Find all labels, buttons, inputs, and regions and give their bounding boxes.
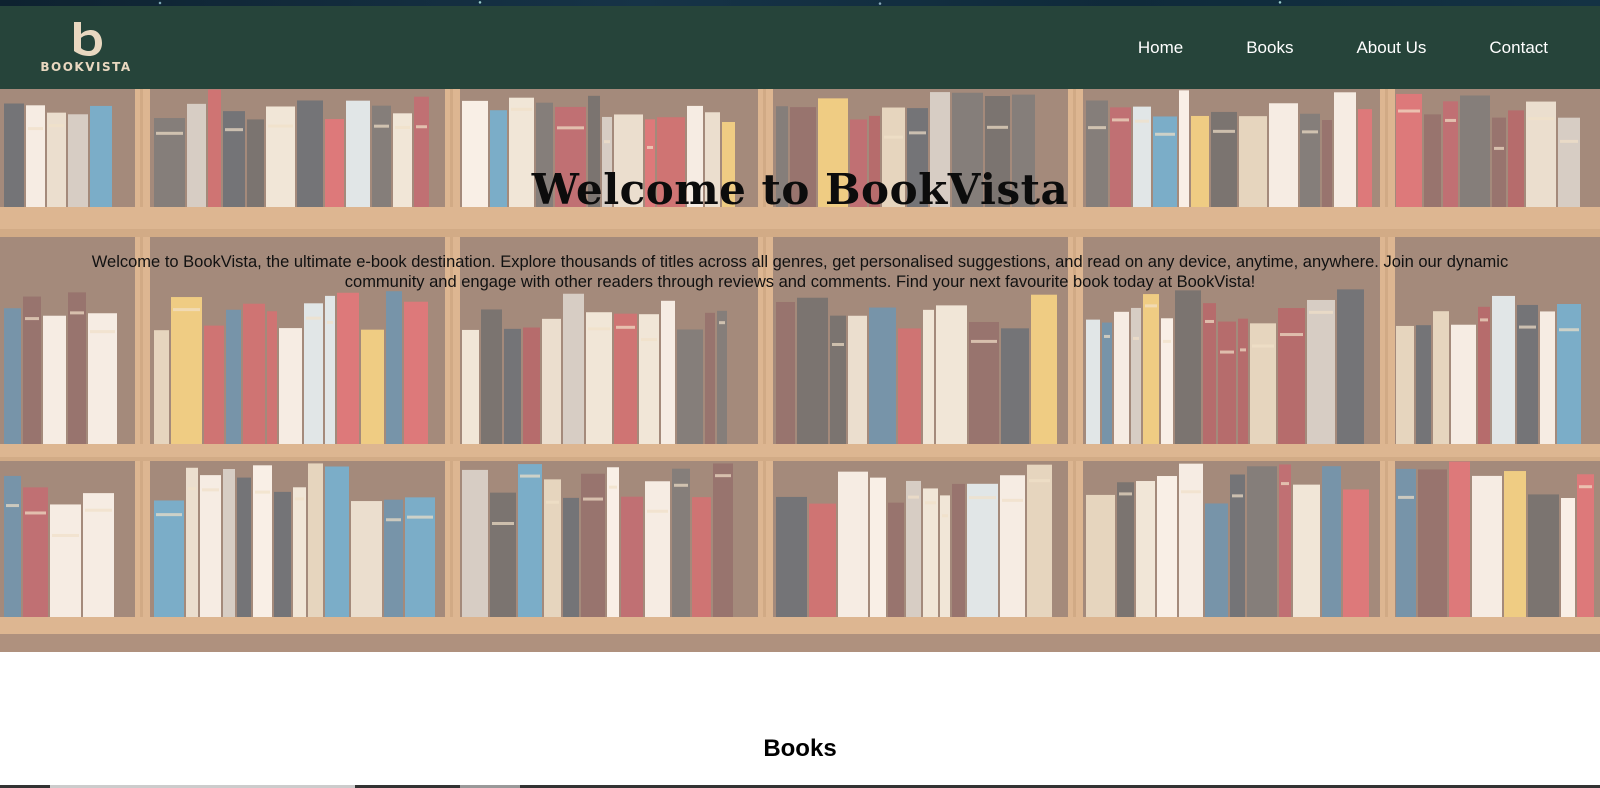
navbar: BOOKVISTA Home Books About Us Contact xyxy=(0,6,1600,89)
nav-contact[interactable]: Contact xyxy=(1489,38,1548,58)
nav-about-us[interactable]: About Us xyxy=(1356,38,1426,58)
logo[interactable]: BOOKVISTA xyxy=(38,20,134,78)
book-b-logo-icon xyxy=(74,22,102,56)
logo-text: BOOKVISTA xyxy=(40,60,132,74)
nav-books[interactable]: Books xyxy=(1246,38,1293,58)
hero-title: Welcome to BookVista xyxy=(531,165,1069,214)
hero-section: Welcome to BookVista Welcome to BookVist… xyxy=(0,89,1600,652)
main-nav: Home Books About Us Contact xyxy=(1138,6,1600,89)
hero-description: Welcome to BookVista, the ultimate e-boo… xyxy=(91,253,1509,291)
books-section-heading: Books xyxy=(763,735,837,762)
nav-home[interactable]: Home xyxy=(1138,38,1183,58)
